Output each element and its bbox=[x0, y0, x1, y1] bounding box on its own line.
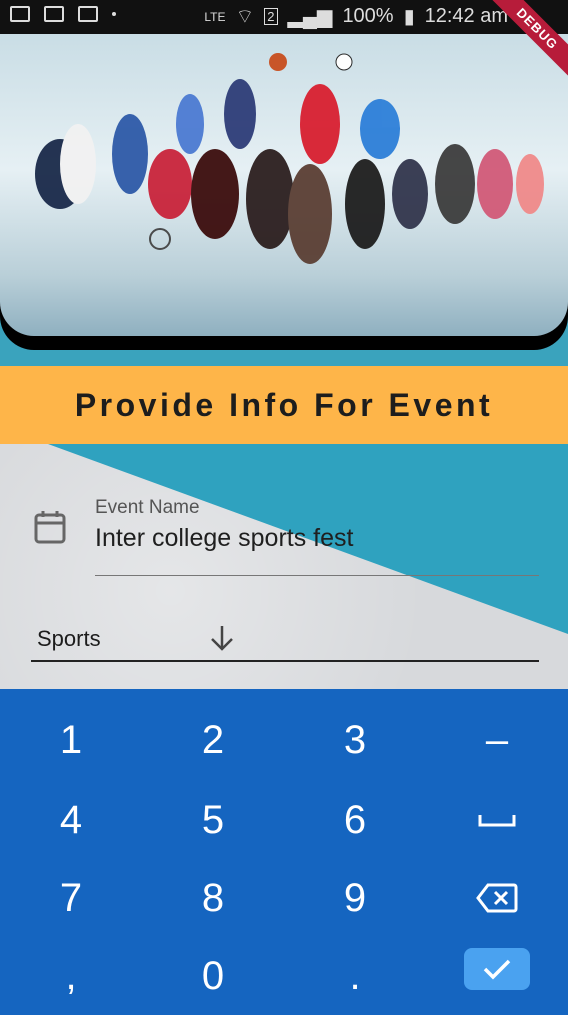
key-7[interactable]: 7 bbox=[0, 859, 142, 937]
hero-banner bbox=[0, 0, 568, 350]
key-0[interactable]: 0 bbox=[142, 937, 284, 1015]
space-icon bbox=[478, 815, 516, 827]
key-2[interactable]: 2 bbox=[142, 701, 284, 779]
category-value: Sports bbox=[37, 626, 101, 651]
battery-percent: 100% bbox=[342, 5, 394, 27]
battery-icon: ▮ bbox=[403, 6, 415, 28]
clock: 12:42 am bbox=[424, 5, 508, 27]
backspace-icon bbox=[476, 883, 518, 913]
category-underline bbox=[31, 660, 539, 662]
key-8[interactable]: 8 bbox=[142, 859, 284, 937]
key-3[interactable]: 3 bbox=[284, 701, 426, 779]
key-4[interactable]: 4 bbox=[0, 781, 142, 859]
done-button[interactable] bbox=[426, 930, 568, 1008]
numeric-keypad: 1 2 3 – 4 5 6 7 8 9 , 0 . bbox=[0, 689, 568, 1015]
gallery-icon bbox=[10, 6, 30, 22]
arrow-down-icon bbox=[211, 626, 233, 651]
sim-slot: 2 bbox=[264, 8, 278, 25]
page-title-banner: Provide Info For Event bbox=[0, 366, 568, 444]
event-name-input[interactable]: Inter college sports fest bbox=[95, 524, 353, 553]
notification-dot-icon bbox=[112, 12, 116, 16]
status-bar: LTE ⌔ 2 ▂▄▆ 100% ▮ 12:42 am bbox=[0, 0, 568, 34]
calendar-icon bbox=[34, 511, 66, 544]
key-9[interactable]: 9 bbox=[284, 859, 426, 937]
key-comma[interactable]: , bbox=[0, 937, 142, 1015]
key-6[interactable]: 6 bbox=[284, 781, 426, 859]
key-minus[interactable]: – bbox=[426, 701, 568, 779]
event-name-label: Event Name bbox=[95, 497, 200, 518]
done-pill bbox=[464, 948, 530, 990]
wifi-icon: ⌔ bbox=[235, 6, 255, 28]
key-5[interactable]: 5 bbox=[142, 781, 284, 859]
key-1[interactable]: 1 bbox=[0, 701, 142, 779]
sports-athletes-image bbox=[0, 34, 568, 336]
key-space[interactable] bbox=[426, 781, 568, 859]
laptop-icon bbox=[44, 6, 64, 22]
category-dropdown[interactable]: Sports bbox=[31, 620, 539, 662]
key-backspace[interactable] bbox=[426, 859, 568, 937]
page-title: Provide Info For Event bbox=[74, 386, 494, 423]
keyboard-icon bbox=[78, 6, 98, 22]
key-period[interactable]: . bbox=[284, 937, 426, 1015]
signal-icon: ▂▄▆ bbox=[287, 6, 333, 28]
network-type: LTE bbox=[204, 9, 226, 24]
check-icon bbox=[483, 959, 511, 980]
event-name-underline bbox=[95, 575, 539, 576]
